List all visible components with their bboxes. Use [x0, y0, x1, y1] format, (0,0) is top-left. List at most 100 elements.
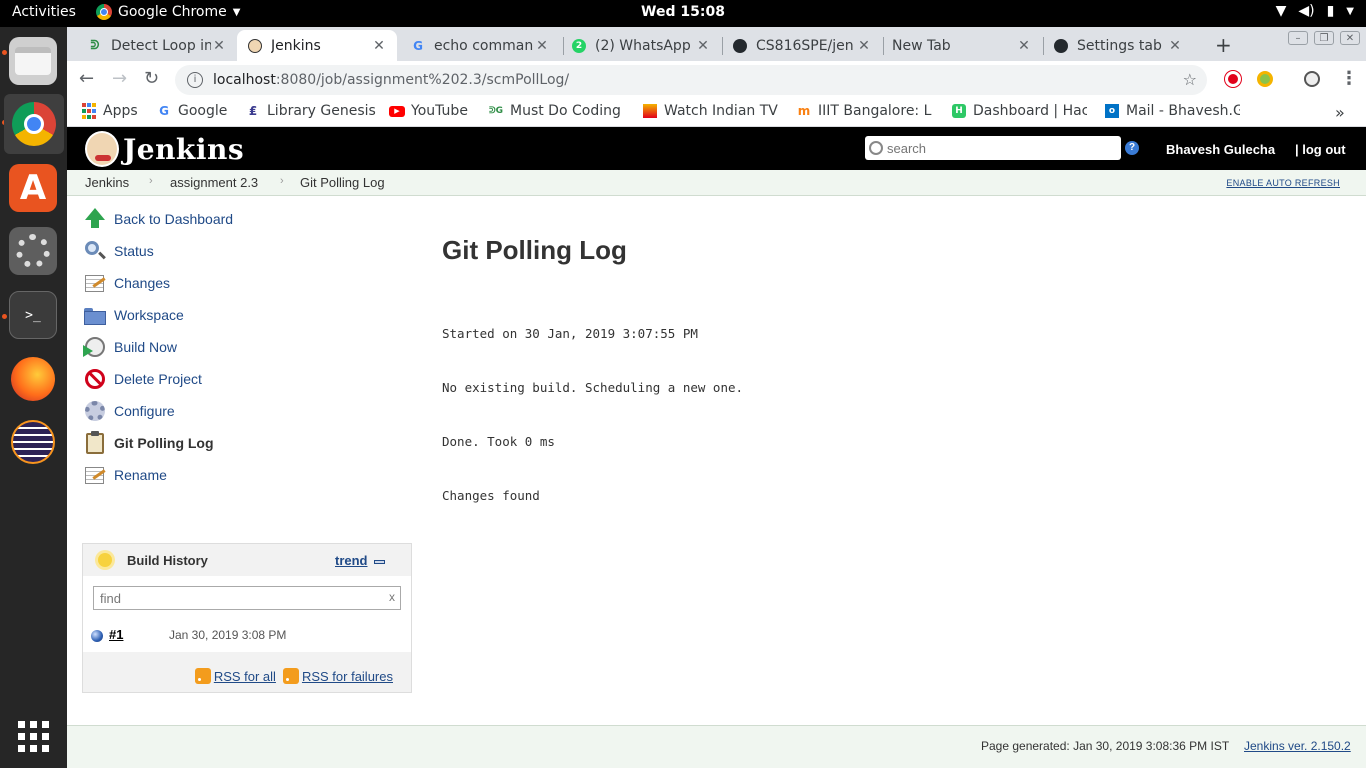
- breadcrumb-jenkins[interactable]: Jenkins: [85, 175, 129, 190]
- polling-log: Started on 30 Jan, 2019 3:07:55 PM No ex…: [442, 289, 743, 541]
- activities-button[interactable]: Activities: [12, 4, 76, 20]
- clear-icon[interactable]: x: [389, 590, 395, 604]
- task-workspace[interactable]: Workspace: [83, 302, 184, 328]
- tab-title: (2) WhatsApp: [595, 37, 691, 54]
- tab-title: echo comman: [434, 37, 534, 54]
- running-indicator: [2, 50, 7, 55]
- close-icon[interactable]: ✕: [695, 38, 711, 54]
- build-status-ball-icon: [91, 630, 103, 642]
- no-entry-icon: [83, 367, 107, 391]
- more-bookmarks-icon[interactable]: »: [1335, 103, 1345, 122]
- rss-all-link[interactable]: RSS for all: [214, 669, 276, 684]
- build-history-title: Build History: [127, 553, 208, 568]
- terminal-icon[interactable]: >_: [9, 291, 57, 339]
- task-label: Rename: [114, 467, 167, 483]
- files-icon[interactable]: [9, 37, 57, 85]
- chevron-right-icon[interactable]: ›: [149, 175, 153, 187]
- tab-echo-command[interactable]: G echo comman ✕: [400, 30, 560, 61]
- bookmark-iiit-bangalore[interactable]: m IIIT Bangalore: L: [796, 103, 934, 119]
- tab-github-repo[interactable]: CS816SPE/jen ✕: [722, 30, 882, 61]
- google-icon: G: [413, 38, 423, 53]
- enable-auto-refresh-link[interactable]: ENABLE AUTO REFRESH: [1226, 178, 1340, 188]
- log-line: Done. Took 0 ms: [442, 434, 555, 449]
- help-icon[interactable]: ?: [1125, 141, 1139, 155]
- tab-whatsapp[interactable]: 2 (2) WhatsApp ✕: [561, 30, 721, 61]
- tab-settings[interactable]: Settings tab d ✕: [1043, 30, 1193, 61]
- build-number-link[interactable]: #1: [109, 627, 123, 642]
- find-input[interactable]: find x: [93, 586, 401, 610]
- close-icon[interactable]: ✕: [1016, 38, 1032, 54]
- software-center-icon[interactable]: A: [9, 164, 57, 212]
- close-icon[interactable]: ✕: [211, 38, 227, 54]
- chrome-dock-icon[interactable]: [4, 94, 64, 154]
- app-menu[interactable]: Google Chrome ▼: [96, 4, 240, 20]
- show-apps-grid-icon[interactable]: [9, 712, 57, 760]
- tab-title: Settings tab d: [1077, 37, 1167, 54]
- extension-icon[interactable]: [1257, 71, 1273, 87]
- chrome-menu-icon[interactable]: ⋮: [1340, 68, 1358, 89]
- address-bar[interactable]: i localhost :8080/job/assignment%202.3/s…: [175, 65, 1207, 95]
- bookmark-google[interactable]: G Google: [156, 103, 227, 119]
- close-icon[interactable]: ✕: [534, 38, 550, 54]
- jenkins-version-link[interactable]: Jenkins ver. 2.150.2: [1244, 739, 1351, 753]
- bookmark-label: Mail - Bhavesh.G: [1126, 103, 1240, 119]
- search-input[interactable]: [887, 140, 1107, 156]
- task-delete-project[interactable]: Delete Project: [83, 366, 202, 392]
- tab-new-tab[interactable]: New Tab ✕: [882, 30, 1042, 61]
- back-button[interactable]: ←: [79, 68, 94, 89]
- task-changes[interactable]: Changes: [83, 270, 170, 296]
- bookmark-mail[interactable]: o Mail - Bhavesh.G: [1104, 103, 1240, 119]
- chevron-right-icon[interactable]: ›: [280, 175, 284, 187]
- task-rename[interactable]: Rename: [83, 462, 167, 488]
- task-status[interactable]: Status: [83, 238, 154, 264]
- soccer-ball-extension-icon[interactable]: [1304, 71, 1320, 87]
- jenkins-butler-icon: [85, 131, 119, 167]
- tv-icon: [642, 103, 658, 119]
- task-git-polling-log[interactable]: Git Polling Log: [83, 430, 214, 456]
- maximize-button[interactable]: ❐: [1314, 31, 1334, 45]
- new-tab-button[interactable]: +: [1215, 33, 1232, 57]
- minimize-button[interactable]: –: [1288, 31, 1308, 45]
- breadcrumb-current[interactable]: Git Polling Log: [300, 175, 385, 190]
- logout-link[interactable]: | log out: [1295, 142, 1346, 157]
- info-icon[interactable]: i: [187, 72, 203, 88]
- build-history-widget: Build History trend find x #1 Jan 30, 20…: [82, 543, 412, 693]
- forward-button[interactable]: →: [112, 68, 127, 89]
- bookmark-must-do-coding[interactable]: ᕲG Must Do Coding: [488, 103, 624, 119]
- youtube-icon: ▶: [389, 103, 405, 119]
- system-tray[interactable]: ▼ ◀) ▮ ▼: [1276, 3, 1354, 19]
- bookmark-star-icon[interactable]: ☆: [1183, 70, 1197, 89]
- tab-jenkins[interactable]: Jenkins ✕: [237, 30, 397, 61]
- reload-button[interactable]: ↻: [144, 68, 159, 89]
- jenkins-logo[interactable]: Jenkins: [85, 131, 244, 167]
- settings-gear-icon[interactable]: [9, 227, 57, 275]
- chevron-down-icon: ▼: [232, 6, 241, 18]
- collapse-icon[interactable]: [374, 560, 385, 564]
- breadcrumb-job[interactable]: assignment 2.3: [170, 175, 258, 190]
- bookmark-watch-indian-tv[interactable]: Watch Indian TV: [642, 103, 778, 119]
- jenkins-search-box: [865, 136, 1121, 160]
- firefox-icon[interactable]: [9, 355, 57, 403]
- close-window-button[interactable]: ✕: [1340, 31, 1360, 45]
- rss-failures-link[interactable]: RSS for failures: [302, 669, 393, 684]
- notepad-icon: [83, 463, 107, 487]
- tab-detect-loop[interactable]: ᕲ Detect Loop in ✕: [77, 30, 237, 61]
- close-icon[interactable]: ✕: [1167, 38, 1183, 54]
- task-configure[interactable]: Configure: [83, 398, 175, 424]
- task-build-now[interactable]: Build Now: [83, 334, 177, 360]
- opera-extension-icon[interactable]: [1225, 71, 1241, 87]
- bookmark-library-genesis[interactable]: ₤ Library Genesis: [245, 103, 376, 119]
- bookmark-hackerrank[interactable]: H Dashboard | Hac: [951, 103, 1087, 119]
- browser-toolbar: ← → ↻ i localhost :8080/job/assignment%2…: [67, 61, 1366, 98]
- notepad-icon: [83, 271, 107, 295]
- user-link[interactable]: Bhavesh Gulecha: [1166, 142, 1275, 157]
- bookmark-apps[interactable]: Apps: [81, 103, 138, 119]
- url-path: :8080/job/assignment%202.3/scmPollLog/: [275, 72, 570, 88]
- close-icon[interactable]: ✕: [856, 38, 872, 54]
- tab-title: CS816SPE/jen: [756, 37, 854, 54]
- close-icon[interactable]: ✕: [371, 38, 387, 54]
- task-back-to-dashboard[interactable]: Back to Dashboard: [83, 206, 233, 232]
- eclipse-icon[interactable]: [9, 418, 57, 466]
- trend-link[interactable]: trend: [335, 553, 368, 568]
- bookmark-youtube[interactable]: ▶ YouTube: [389, 103, 468, 119]
